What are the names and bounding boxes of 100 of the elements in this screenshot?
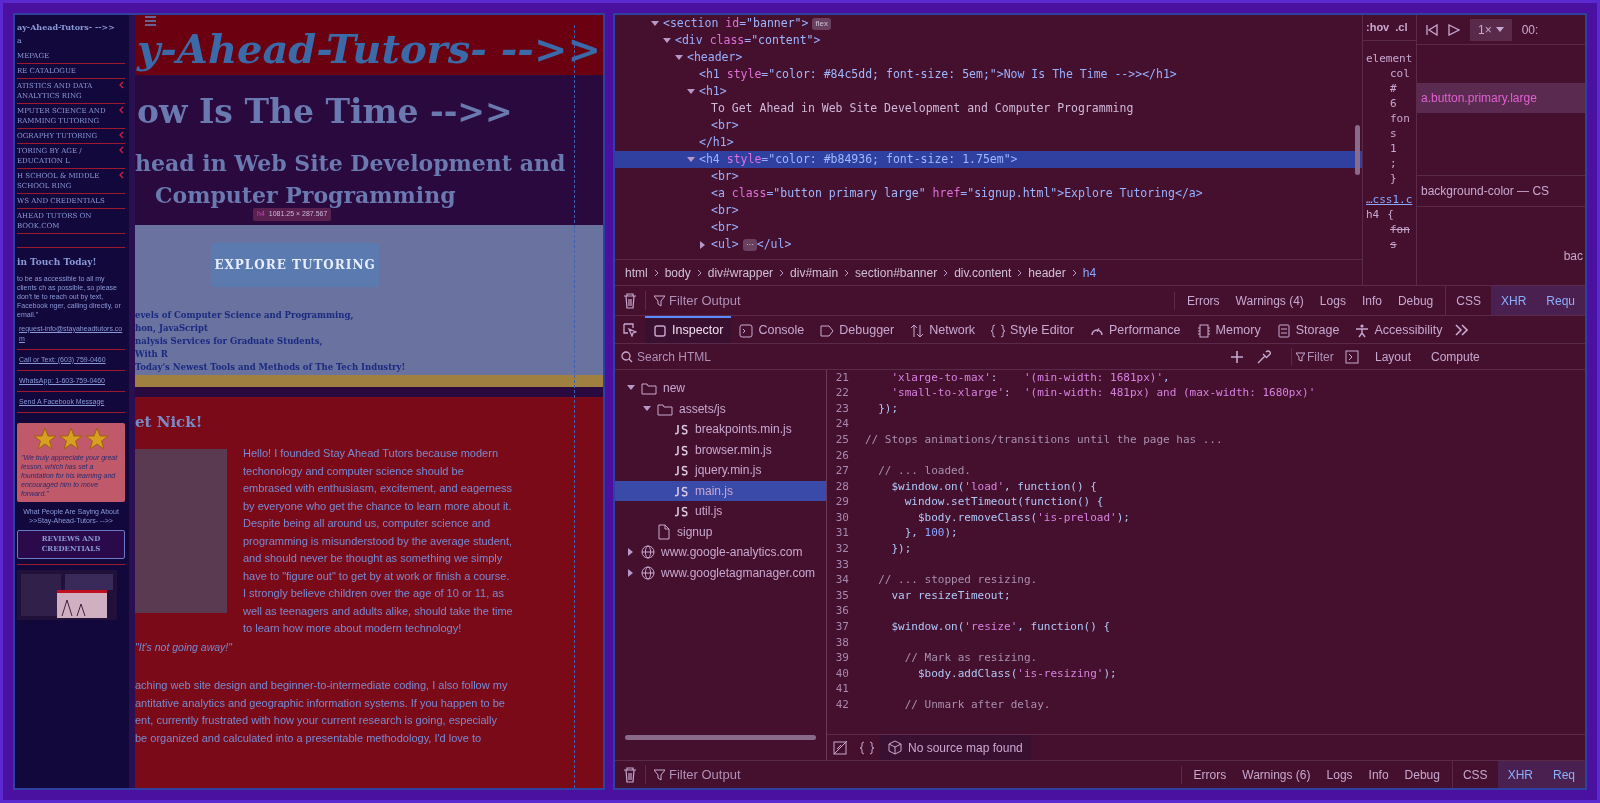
source-tree-item[interactable]: main.js <box>615 480 826 501</box>
animation-target[interactable]: a.button.primary.large <box>1417 83 1585 113</box>
markup-node[interactable]: <br> <box>615 202 1362 219</box>
expand-arrow-icon[interactable] <box>699 240 707 249</box>
log-filter-button[interactable]: Debug <box>1404 765 1440 784</box>
log-filter-button[interactable]: Warnings (6) <box>1242 765 1311 784</box>
source-tree-item[interactable]: assets/js <box>615 398 826 419</box>
subheadline-line: Computer Programming <box>154 180 457 210</box>
devtools-tab[interactable]: Network <box>902 316 984 343</box>
source-tree-item[interactable]: browser.min.js <box>615 439 826 460</box>
log-filter-button[interactable]: Logs <box>1319 291 1346 310</box>
breadcrumb-item[interactable]: header <box>1028 263 1066 282</box>
source-tree-item[interactable]: jquery.min.js <box>615 460 826 481</box>
caret-down-icon <box>1495 27 1504 32</box>
breadcrumb-item[interactable]: div#wrapper <box>707 263 774 282</box>
expand-arrow-icon[interactable] <box>627 568 635 577</box>
sidebar-toggle-icon[interactable] <box>1345 349 1359 364</box>
plus-icon[interactable] <box>1231 350 1243 363</box>
breadcrumb-item[interactable]: html <box>625 263 648 282</box>
type-filter-button[interactable]: XHR <box>1497 761 1543 788</box>
collapse-arrow-icon[interactable] <box>663 36 671 45</box>
trash-icon[interactable] <box>623 292 637 309</box>
search-html-field[interactable]: Search HTML <box>637 347 1223 366</box>
markup-node[interactable]: To Get Ahead in Web Site Development and Computer Programming <box>615 100 1362 117</box>
rewind-icon[interactable] <box>1425 23 1438 36</box>
speed-dropdown[interactable]: 1× <box>1470 18 1512 41</box>
node-badge[interactable]: ⋯ <box>742 238 757 251</box>
log-filter-button[interactable]: Errors <box>1193 765 1227 784</box>
element-picker-icon[interactable] <box>623 322 637 337</box>
filter-output-field[interactable]: Filter Output <box>669 290 869 311</box>
breadcrumb-item[interactable]: div.content <box>954 263 1012 282</box>
source-tree-item[interactable]: new <box>615 378 826 399</box>
collapse-arrow-icon[interactable] <box>643 404 651 413</box>
trash-icon[interactable] <box>623 766 637 783</box>
collapse-arrow-icon[interactable] <box>687 87 695 96</box>
code-line: var resizeTimeout; <box>890 587 1011 604</box>
pretty-print-braces-icon[interactable] <box>860 740 874 755</box>
source-tree-item[interactable]: signup <box>615 521 826 542</box>
eyedropper-icon[interactable] <box>1257 349 1271 364</box>
devtools-tab[interactable]: Performance <box>1081 316 1189 343</box>
markup-node[interactable]: <h1 style="color: #84c5dd; font-size: 5em;">Now Is The Time -->></h1> <box>615 66 1362 83</box>
type-filter-button[interactable]: Req <box>1543 761 1585 788</box>
explore-tutoring-button[interactable]: EXPLORE TUTORING <box>211 242 379 287</box>
type-filter-button[interactable]: Requ <box>1536 286 1585 315</box>
devtools-tab[interactable]: Storage <box>1268 316 1348 343</box>
sidebar-tab[interactable]: Layout <box>1365 347 1422 366</box>
log-filter-button[interactable]: Errors <box>1186 291 1220 310</box>
breadcrumb-item[interactable]: div#main <box>790 263 839 282</box>
line-number: 24 <box>834 416 850 433</box>
source-tree-item[interactable]: www.google-analytics.com <box>615 542 826 563</box>
markup-node[interactable]: <br> <box>615 168 1362 185</box>
log-filter-button[interactable]: Info <box>1361 291 1382 310</box>
source-tree-item[interactable]: breakpoints.min.js <box>615 419 826 440</box>
service-item: nalysis Services for Graduate Students, <box>135 334 324 348</box>
log-filter-button[interactable]: Info <box>1368 765 1389 784</box>
rule-source-link[interactable]: …css1.c <box>1366 192 1413 207</box>
log-filter-button[interactable]: Debug <box>1397 291 1434 310</box>
scrollbar-thumb[interactable] <box>1355 125 1360 175</box>
breadcrumb-item[interactable]: body <box>664 263 691 282</box>
sidebar-tab[interactable]: Compute <box>1421 347 1490 366</box>
line-number: 32 <box>834 541 850 558</box>
devtools-tab[interactable]: Console <box>731 316 813 343</box>
markup-node[interactable]: <h1> <box>615 83 1362 100</box>
devtools-tab[interactable]: Debugger <box>812 316 903 343</box>
devtools-tab[interactable]: Inspector <box>645 316 732 343</box>
markup-node[interactable]: <section id="banner"> flex <box>615 15 1362 32</box>
markup-node[interactable]: <a class="button primary large" href="signup.html">Explore Tutoring</a> <box>615 185 1362 202</box>
filter-output-field[interactable]: Filter Output <box>669 764 869 785</box>
line-number: 37 <box>834 619 850 636</box>
pane-toggle[interactable]: :hov <box>1366 19 1390 36</box>
breadcrumb-item[interactable]: section#banner <box>855 263 938 282</box>
expand-arrow-icon[interactable] <box>627 548 635 557</box>
source-tree-item[interactable]: util.js <box>615 501 826 522</box>
devtools-tab[interactable]: Memory <box>1188 316 1269 343</box>
markup-node[interactable]: <header> <box>615 49 1362 66</box>
collapse-arrow-icon[interactable] <box>651 19 659 28</box>
type-filter-button[interactable]: XHR <box>1490 286 1537 315</box>
markup-node[interactable]: <br> <box>615 219 1362 236</box>
markup-node[interactable]: <div class="content"> <box>615 32 1362 49</box>
log-filter-button[interactable]: Warnings (4) <box>1235 291 1304 310</box>
blackbox-icon[interactable] <box>833 740 848 755</box>
devtools-tab[interactable]: Style Editor <box>983 316 1082 343</box>
chevron-double-right-icon[interactable] <box>1454 323 1468 336</box>
type-filter-button[interactable]: CSS <box>1452 761 1498 788</box>
log-filter-button[interactable]: Logs <box>1326 765 1353 784</box>
pane-toggle[interactable]: .cl <box>1395 19 1408 36</box>
scrollbar-thumb[interactable] <box>625 735 816 740</box>
markup-node[interactable]: </h1> <box>615 134 1362 151</box>
collapse-arrow-icon[interactable] <box>675 53 683 62</box>
play-icon[interactable] <box>1448 23 1460 36</box>
breadcrumb-item[interactable]: h4 <box>1082 263 1097 282</box>
type-filter-button[interactable]: CSS <box>1446 286 1491 315</box>
markup-node[interactable]: <h4 style="color: #b84936; font-size: 1.75em"> <box>615 151 1362 168</box>
devtools-tab[interactable]: Accessibility <box>1347 316 1451 343</box>
rules-filter-field[interactable]: Filter <box>1307 347 1341 366</box>
collapse-arrow-icon[interactable] <box>687 155 695 164</box>
markup-node[interactable]: <br> <box>615 117 1362 134</box>
markup-node[interactable]: <ul> ⋯ </ul> <box>615 236 1362 253</box>
node-badge[interactable]: flex <box>812 17 831 30</box>
source-tree-item[interactable]: www.googletagmanager.com <box>615 562 826 583</box>
